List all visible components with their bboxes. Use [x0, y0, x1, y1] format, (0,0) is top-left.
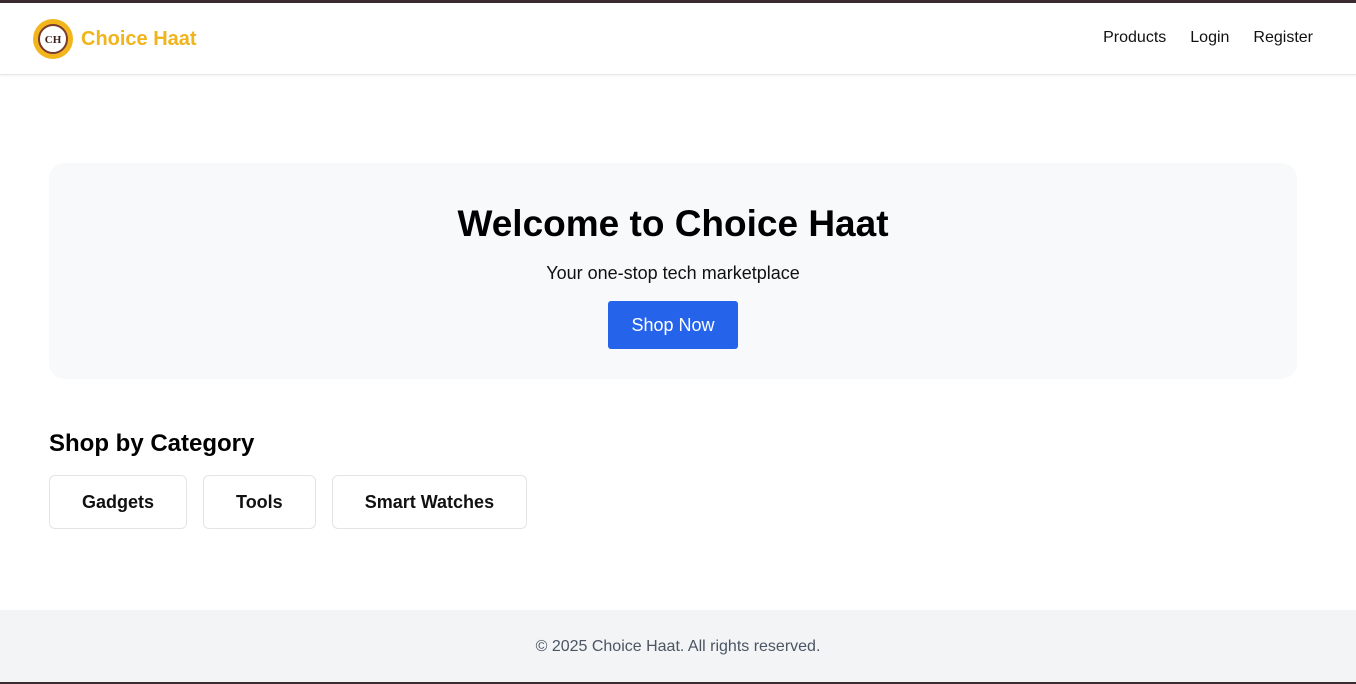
svg-text:CH: CH [45, 34, 62, 46]
brand-link[interactable]: CH Choice Haat [33, 19, 197, 59]
footer: © 2025 Choice Haat. All rights reserved. [0, 610, 1356, 684]
shop-now-button[interactable]: Shop Now [608, 301, 738, 349]
nav-link-register[interactable]: Register [1253, 29, 1313, 47]
nav-links: Products Login Register [1103, 29, 1313, 47]
category-gadgets[interactable]: Gadgets [49, 475, 188, 529]
footer-copyright: © 2025 Choice Haat. All rights reserved. [535, 638, 821, 655]
category-smart-watches[interactable]: Smart Watches [331, 475, 528, 529]
logo-monogram-icon: CH [45, 34, 62, 46]
category-section-title: Shop by Category [49, 430, 255, 457]
hero-title: Welcome to Choice Haat [457, 203, 889, 244]
category-tools[interactable]: Tools [203, 475, 316, 529]
brand-logo-icon: CH [33, 19, 73, 59]
brand-name: Choice Haat [81, 27, 197, 50]
hero-banner: Welcome to Choice Haat Your one-stop tec… [49, 163, 1297, 379]
category-list: Gadgets Tools Smart Watches [49, 475, 528, 529]
navbar: CH Choice Haat Products Login Register [0, 3, 1356, 75]
nav-link-products[interactable]: Products [1103, 29, 1166, 47]
hero-subtitle: Your one-stop tech marketplace [546, 263, 800, 283]
brand-logo-inner: CH [38, 24, 68, 54]
nav-link-login[interactable]: Login [1190, 29, 1229, 47]
